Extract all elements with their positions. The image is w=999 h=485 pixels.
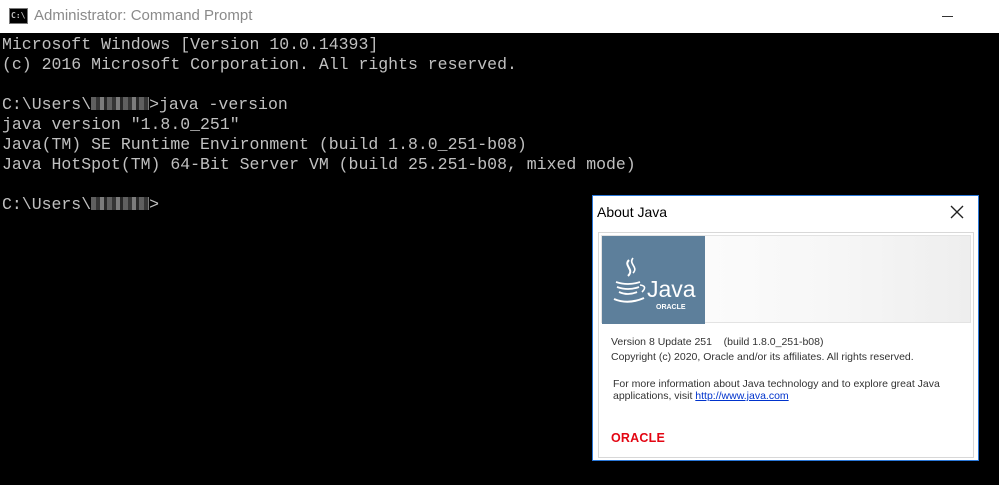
console-line: Java(TM) SE Runtime Environment (build 1… xyxy=(2,135,527,154)
version-text: Version 8 Update 251 (build 1.8.0_251-b0… xyxy=(611,336,824,348)
console-prompt: C:\Users\ >java -version xyxy=(2,95,999,115)
console-line: java version "1.8.0_251" xyxy=(2,115,240,134)
java-coffee-cup-icon: Java ORACLE xyxy=(602,236,705,324)
redacted-username xyxy=(91,197,150,210)
console-line: Microsoft Windows [Version 10.0.14393] xyxy=(2,35,379,54)
prompt-path: C:\Users\ xyxy=(2,95,92,114)
java-banner: Java ORACLE xyxy=(601,235,971,324)
redacted-username xyxy=(91,97,150,110)
console-line: (c) 2016 Microsoft Corporation. All righ… xyxy=(2,55,517,74)
more-info-text: For more information about Java technolo… xyxy=(613,378,940,390)
window-title: Administrator: Command Prompt xyxy=(34,7,253,24)
java-website-link[interactable]: http://www.java.com xyxy=(695,390,788,402)
close-icon[interactable] xyxy=(946,202,968,222)
console-line: Java HotSpot(TM) 64-Bit Server VM (build… xyxy=(2,155,636,174)
java-logo-subtext: ORACLE xyxy=(656,304,686,311)
oracle-logo: ORACLE xyxy=(611,431,665,445)
prompt-path: C:\Users\ xyxy=(2,195,92,214)
cmd-icon[interactable]: C:\ xyxy=(9,8,28,24)
about-panel: Java ORACLE Version 8 Update 251 (build … xyxy=(598,232,974,458)
java-logo-text: Java xyxy=(647,276,696,302)
minimize-icon[interactable] xyxy=(934,6,964,26)
more-info-text: applications, visit http://www.java.com xyxy=(613,390,789,402)
more-info-prefix: applications, visit xyxy=(613,390,696,402)
about-java-dialog: About Java Java ORACLE Version 8 Update … xyxy=(592,195,979,461)
dialog-title: About Java xyxy=(597,204,668,220)
cmd-titlebar: C:\ Administrator: Command Prompt xyxy=(0,0,999,33)
prompt-command: >java -version xyxy=(149,95,288,114)
copyright-text: Copyright (c) 2020, Oracle and/or its af… xyxy=(611,351,914,363)
prompt-caret: > xyxy=(149,195,160,214)
